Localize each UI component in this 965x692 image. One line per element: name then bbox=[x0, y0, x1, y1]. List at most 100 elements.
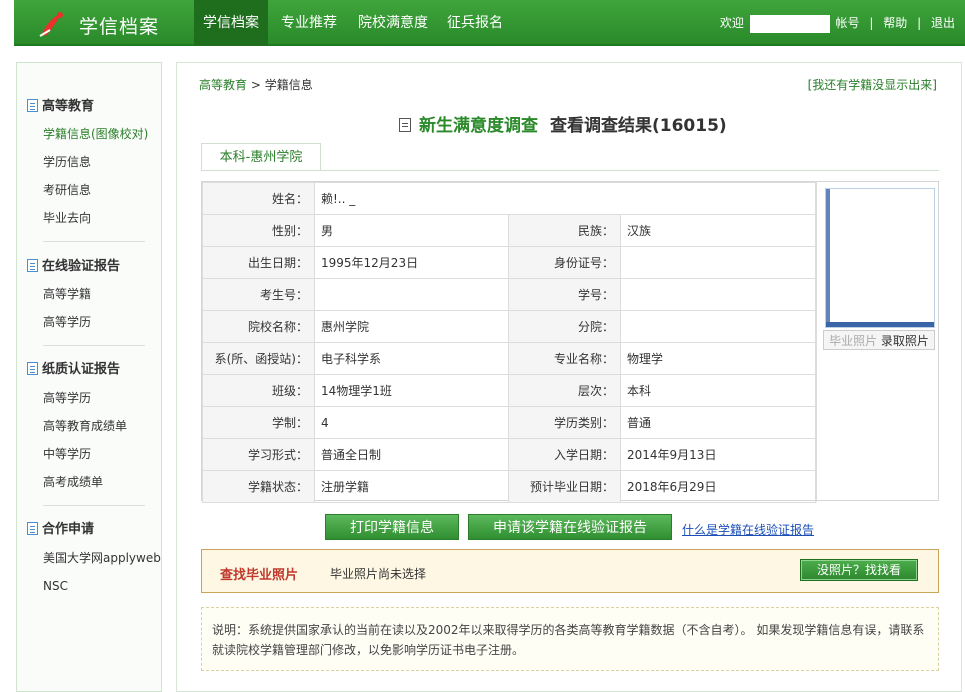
label-degree-type: 学历类别： bbox=[508, 406, 621, 439]
sidebar: 高等教育 学籍信息(图像校对) 学历信息 考研信息 毕业去向 在线验证报告 高等… bbox=[16, 62, 162, 692]
label-enroll-date: 入学日期： bbox=[508, 438, 621, 471]
what-is-report-link[interactable]: 什么是学籍在线验证报告 bbox=[682, 521, 814, 538]
find-photo-button[interactable]: 没照片？找找看 bbox=[800, 559, 918, 581]
tab-underline bbox=[201, 170, 939, 171]
print-status-button[interactable]: 打印学籍信息 bbox=[325, 514, 459, 540]
value-branch bbox=[620, 310, 816, 343]
photo-edge bbox=[826, 189, 830, 327]
sidebar-item-degree-info[interactable]: 学历信息 bbox=[43, 153, 91, 171]
section-title: 纸质认证报告 bbox=[42, 362, 121, 377]
label-school: 院校名称： bbox=[202, 310, 315, 343]
top-navigation-bar: 学信档案 学信档案 专业推荐 院校满意度 征兵报名 欢迎 帐号 | 帮助 | 退… bbox=[0, 0, 965, 46]
site-logo[interactable]: 学信档案 bbox=[36, 6, 186, 40]
label-ethnicity: 民族： bbox=[508, 214, 621, 247]
value-name: 赖!.. _ bbox=[314, 182, 816, 215]
apply-online-report-button[interactable]: 申请该学籍在线验证报告 bbox=[468, 514, 672, 540]
photo-strip bbox=[826, 322, 934, 327]
label-name: 姓名： bbox=[202, 182, 315, 215]
sidebar-item-postgrad-exam[interactable]: 考研信息 bbox=[43, 181, 91, 199]
sidebar-item-graduate-destination[interactable]: 毕业去向 bbox=[43, 209, 91, 227]
graduation-photo-label[interactable]: 毕业照片 bbox=[829, 334, 877, 348]
nav-school-satisfaction[interactable]: 院校满意度 bbox=[352, 0, 434, 46]
sidebar-item-nsc[interactable]: NSC bbox=[43, 577, 68, 595]
photo-area: 毕业照片 录取照片 bbox=[816, 182, 940, 502]
find-graduation-photo-box: 查找毕业照片 毕业照片尚未选择 没照片？找找看 bbox=[201, 549, 939, 593]
table-row: 考生号： 学号： bbox=[202, 278, 816, 311]
label-study-form: 学习形式： bbox=[202, 438, 315, 471]
sidebar-divider bbox=[43, 505, 145, 506]
survey-result-link[interactable]: 查看调查结果(16015) bbox=[550, 116, 727, 136]
sidebar-item-paper-transcript[interactable]: 高等教育成绩单 bbox=[43, 417, 127, 435]
value-graduation-date: 2018年6月29日 bbox=[620, 470, 816, 503]
value-duration: 4 bbox=[314, 406, 509, 439]
sidebar-item-student-status[interactable]: 学籍信息(图像校对) bbox=[43, 125, 148, 143]
label-gender: 性别： bbox=[202, 214, 315, 247]
help-link[interactable]: 帮助 bbox=[883, 16, 907, 30]
table-row: 性别： 男 民族： 汉族 bbox=[202, 214, 816, 247]
sidebar-item-paper-degree[interactable]: 高等学历 bbox=[43, 389, 91, 407]
nav-military-enlist[interactable]: 征兵报名 bbox=[442, 0, 508, 46]
label-student-number: 学号： bbox=[508, 278, 621, 311]
satisfaction-survey-link[interactable]: 新生满意度调查 bbox=[419, 116, 538, 136]
logout-link[interactable]: 退出 bbox=[931, 16, 955, 30]
sidebar-divider bbox=[43, 345, 145, 346]
sidebar-item-gaokao-transcript[interactable]: 高考成绩单 bbox=[43, 473, 103, 491]
document-icon bbox=[27, 362, 38, 375]
top-bar-background: 学信档案 学信档案 专业推荐 院校满意度 征兵报名 欢迎 帐号 | 帮助 | 退… bbox=[14, 0, 965, 46]
nav-xuexin-archive[interactable]: 学信档案 bbox=[194, 0, 268, 46]
sidebar-item-online-degree[interactable]: 高等学历 bbox=[43, 313, 91, 331]
sidebar-section-paper-report: 纸质认证报告 bbox=[27, 361, 120, 379]
value-study-form: 普通全日制 bbox=[314, 438, 509, 471]
separator: | bbox=[917, 16, 922, 30]
survey-header: 新生满意度调查 查看调查结果(16015) bbox=[399, 111, 727, 136]
value-class: 14物理学1班 bbox=[314, 374, 509, 407]
label-id-number: 身份证号： bbox=[508, 246, 621, 279]
welcome-text: 欢迎 bbox=[719, 16, 744, 30]
main-content: 高等教育 > 学籍信息 [我还有学籍没显示出来] 新生满意度调查 查看调查结果(1… bbox=[176, 62, 962, 692]
account-link[interactable]: 帐号 bbox=[836, 16, 860, 30]
value-department: 电子科学系 bbox=[314, 342, 509, 375]
label-major: 专业名称： bbox=[508, 342, 621, 375]
sidebar-section-cooperation: 合作申请 bbox=[27, 521, 94, 539]
table-row: 姓名： 赖!.. _ bbox=[202, 182, 816, 215]
value-degree-type: 普通 bbox=[620, 406, 816, 439]
table-row: 院校名称： 惠州学院 分院： bbox=[202, 310, 816, 343]
document-icon bbox=[399, 118, 411, 132]
table-row: 学籍状态： 注册学籍 预计毕业日期： 2018年6月29日 bbox=[202, 470, 816, 503]
breadcrumb-current: 学籍信息 bbox=[264, 78, 313, 92]
sidebar-item-applyweb[interactable]: 美国大学网applyweb bbox=[43, 549, 161, 567]
tab-school-record[interactable]: 本科-惠州学院 bbox=[201, 143, 321, 171]
find-photo-status: 毕业照片尚未选择 bbox=[330, 567, 427, 581]
sidebar-divider bbox=[43, 241, 145, 242]
label-branch: 分院： bbox=[508, 310, 621, 343]
value-id-number bbox=[620, 246, 816, 279]
table-row: 学制： 4 学历类别： 普通 bbox=[202, 406, 816, 439]
label-status: 学籍状态： bbox=[202, 470, 315, 503]
value-school: 惠州学院 bbox=[314, 310, 509, 343]
label-level: 层次： bbox=[508, 374, 621, 407]
photo-labels: 毕业照片 录取照片 bbox=[823, 330, 935, 350]
section-title: 合作申请 bbox=[42, 522, 95, 537]
label-duration: 学制： bbox=[202, 406, 315, 439]
logo-icon bbox=[39, 12, 63, 37]
student-info-panel: 姓名： 赖!.. _ 性别： 男 民族： 汉族 出生日期： 1995年12月23… bbox=[201, 181, 940, 503]
missing-record-link[interactable]: [我还有学籍没显示出来] bbox=[808, 76, 937, 93]
sidebar-item-online-status[interactable]: 高等学籍 bbox=[43, 285, 91, 303]
value-student-number bbox=[620, 278, 816, 311]
label-class: 班级： bbox=[202, 374, 315, 407]
sidebar-item-secondary-degree[interactable]: 中等学历 bbox=[43, 445, 91, 463]
nav-major-recommend[interactable]: 专业推荐 bbox=[276, 0, 342, 46]
breadcrumb-home[interactable]: 高等教育 bbox=[199, 78, 247, 92]
document-icon bbox=[27, 259, 38, 272]
username-box bbox=[749, 14, 830, 33]
find-photo-title: 查找毕业照片 bbox=[220, 568, 299, 583]
value-major: 物理学 bbox=[620, 342, 816, 375]
student-info-table: 姓名： 赖!.. _ 性别： 男 民族： 汉族 出生日期： 1995年12月23… bbox=[202, 182, 816, 503]
value-birth-date: 1995年12月23日 bbox=[314, 246, 509, 279]
value-exam-number bbox=[314, 278, 509, 311]
value-enroll-date: 2014年9月13日 bbox=[620, 438, 816, 471]
admission-photo-label[interactable]: 录取照片 bbox=[881, 334, 929, 348]
value-ethnicity: 汉族 bbox=[620, 214, 816, 247]
value-level: 本科 bbox=[620, 374, 816, 407]
label-exam-number: 考生号： bbox=[202, 278, 315, 311]
